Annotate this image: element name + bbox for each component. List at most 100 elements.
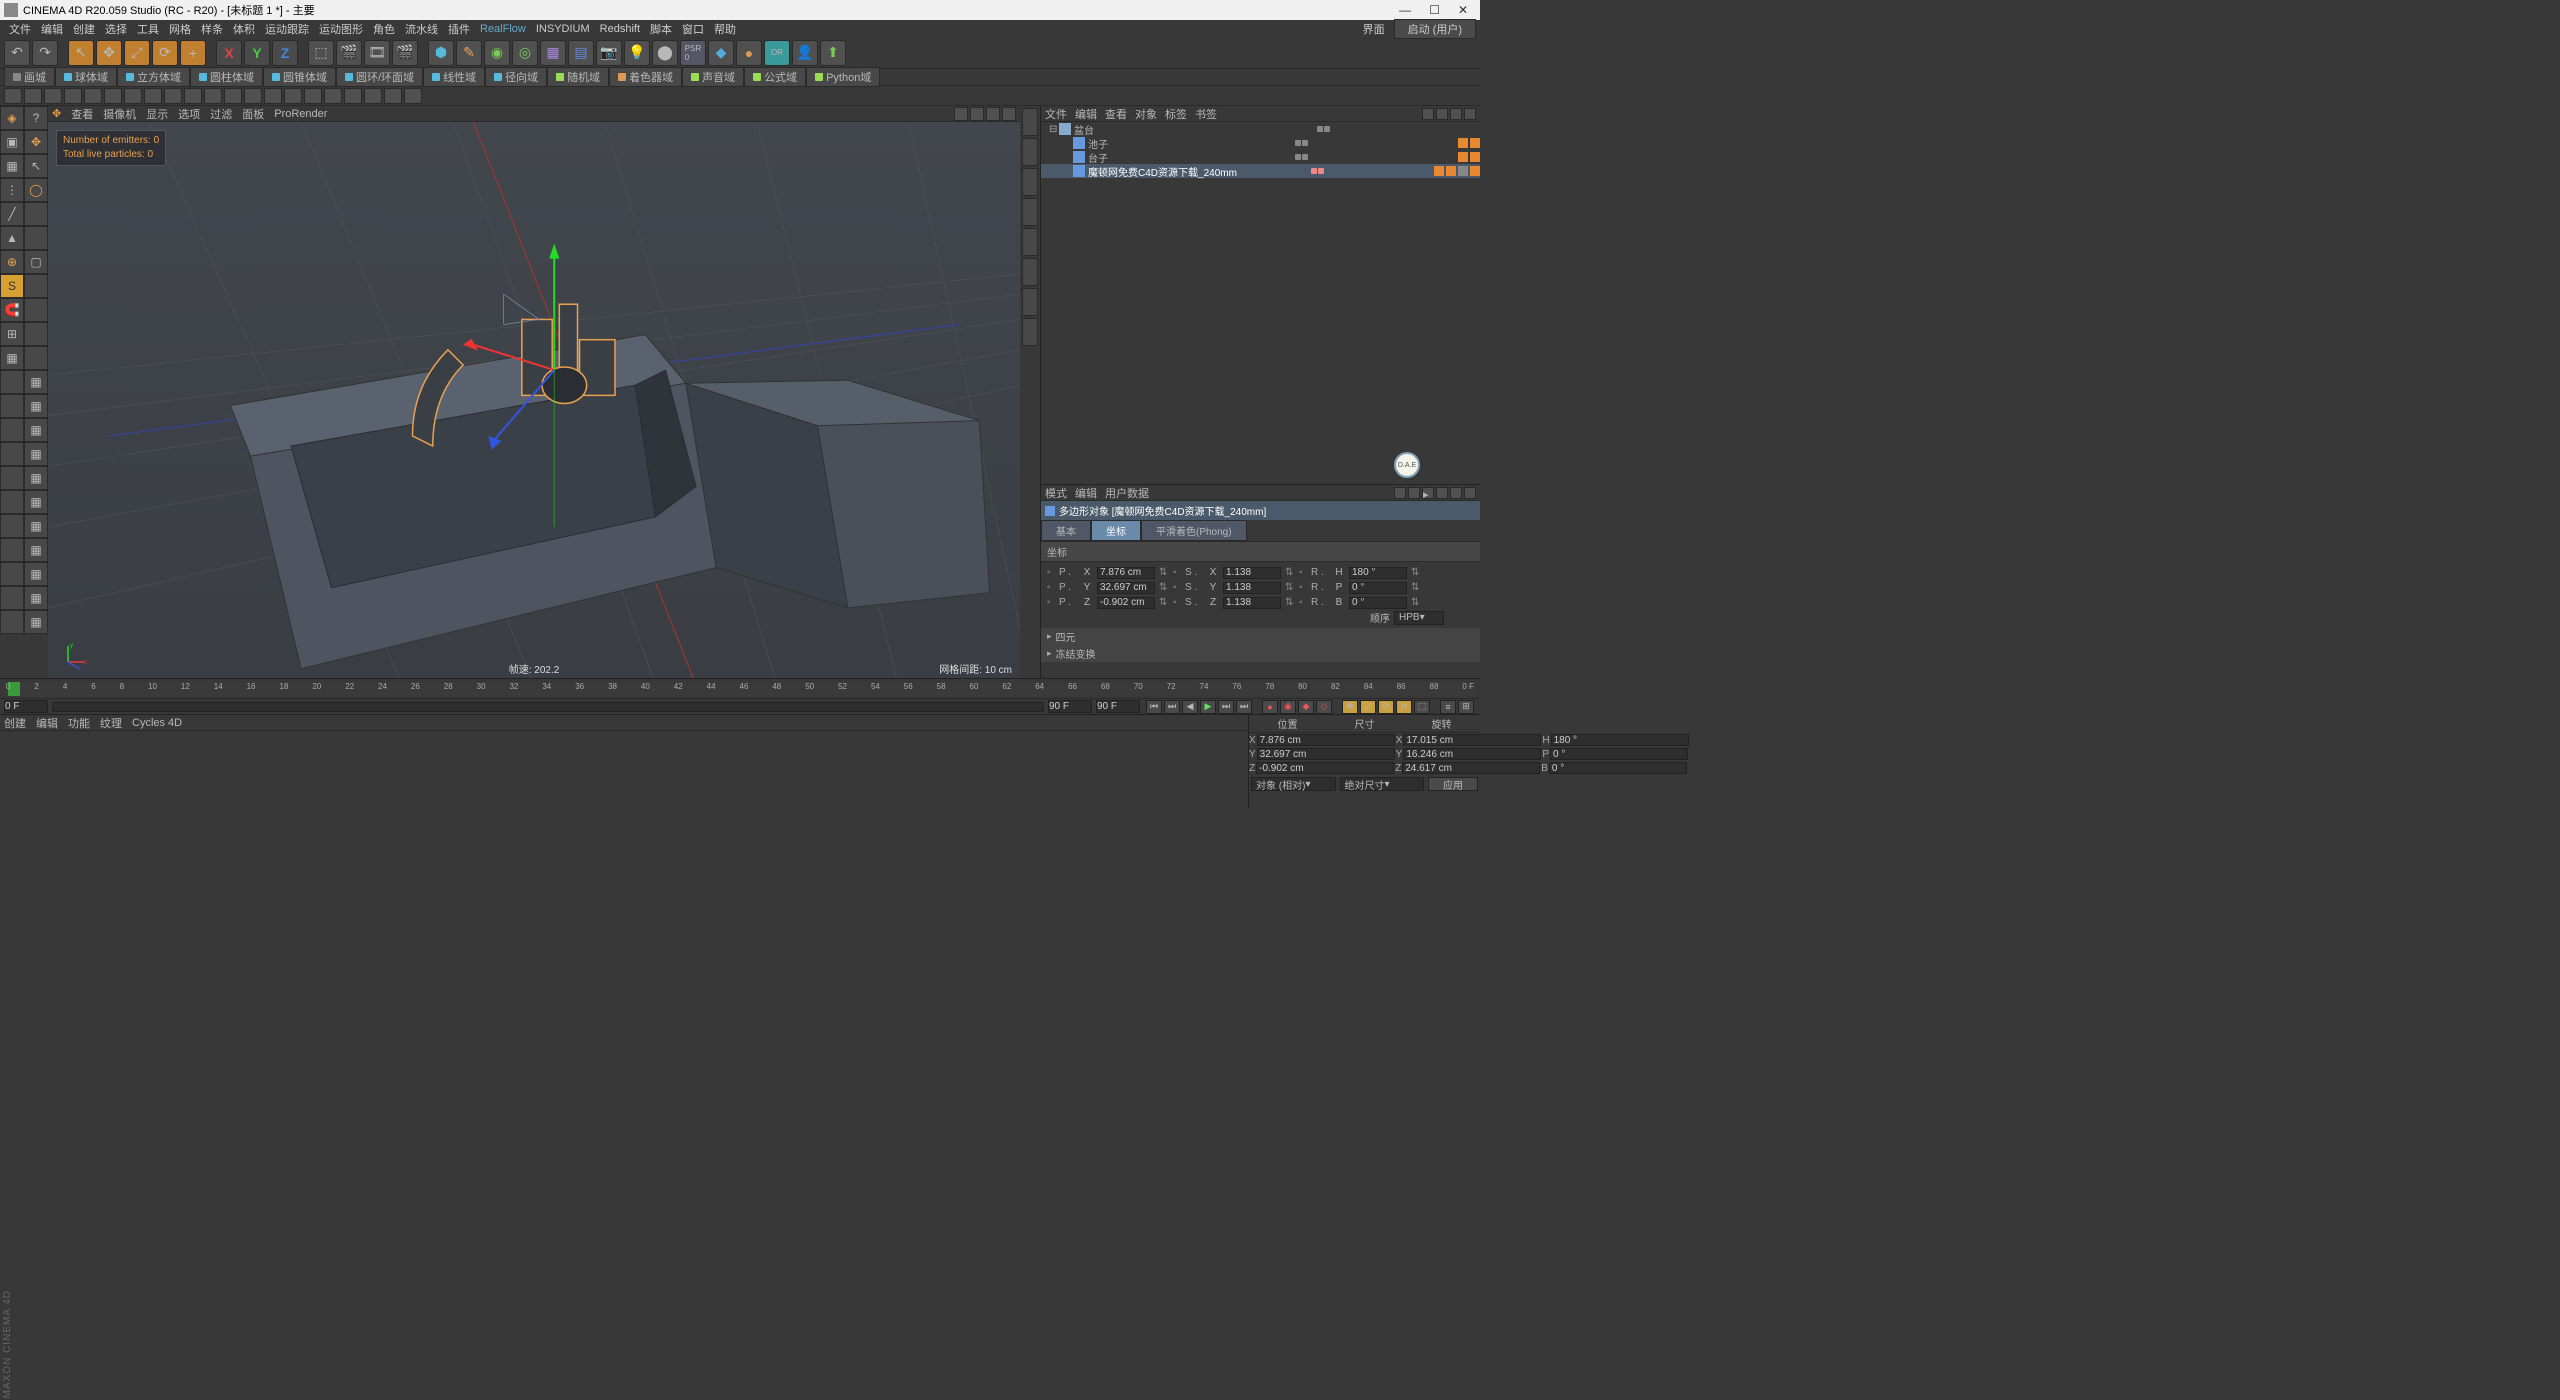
cm-size-select[interactable]: 绝对尺寸 ▾ <box>1340 777 1425 791</box>
am-nav[interactable] <box>1394 487 1406 499</box>
om-file[interactable]: 文件 <box>1045 106 1067 122</box>
tl-opt[interactable]: ⊞ <box>1458 700 1474 714</box>
menu-volume[interactable]: 体积 <box>228 21 260 37</box>
pal-tool[interactable]: ▦ <box>24 562 48 586</box>
menu-select[interactable]: 选择 <box>100 21 132 37</box>
om-icon[interactable] <box>1464 108 1476 120</box>
tl-param-icon[interactable]: P <box>1396 700 1412 714</box>
vpmenu-handle[interactable]: ✥ <box>52 107 61 120</box>
rtool[interactable] <box>1022 168 1038 196</box>
vpmenu-display[interactable]: 显示 <box>146 106 168 122</box>
cm-rp[interactable] <box>1550 748 1688 760</box>
rtool[interactable] <box>1022 258 1038 286</box>
pal-tool[interactable]: ▦ <box>24 514 48 538</box>
mat-func[interactable]: 功能 <box>68 715 90 731</box>
stool[interactable] <box>304 88 322 104</box>
tl-goto-start[interactable]: ⏮ <box>1146 700 1162 714</box>
field-tab[interactable]: 画城 <box>4 67 55 87</box>
stool[interactable] <box>204 88 222 104</box>
render-pict-button[interactable]: 🎞 <box>364 40 390 66</box>
field-tab[interactable]: 声音域 <box>682 67 744 87</box>
stool[interactable] <box>64 88 82 104</box>
generator-button[interactable]: ◉ <box>484 40 510 66</box>
field-tab[interactable]: 线性域 <box>423 67 485 87</box>
rot-p-input[interactable] <box>1349 582 1407 594</box>
pal-tool[interactable]: ▦ <box>24 586 48 610</box>
attr-tab-coord[interactable]: 坐标 <box>1091 520 1141 541</box>
pal-tool[interactable]: ▦ <box>24 538 48 562</box>
am-nav[interactable] <box>1408 487 1420 499</box>
pal-work[interactable]: ⊞ <box>0 322 24 346</box>
om-edit[interactable]: 编辑 <box>1075 106 1097 122</box>
rot-h-input[interactable] <box>1349 567 1407 579</box>
scene-button[interactable]: ⬤ <box>652 40 678 66</box>
stool[interactable] <box>144 88 162 104</box>
stool[interactable] <box>4 88 22 104</box>
stool[interactable] <box>364 88 382 104</box>
stool[interactable] <box>184 88 202 104</box>
pal-tool[interactable]: ▦ <box>24 394 48 418</box>
stool[interactable] <box>244 88 262 104</box>
tl-step-back[interactable]: ⏭ <box>1164 700 1180 714</box>
menu-mograph[interactable]: 运动图形 <box>314 21 368 37</box>
pal-tool[interactable] <box>0 562 24 586</box>
tl-play-fwd[interactable]: ▶ <box>1200 700 1216 714</box>
pal-tool[interactable] <box>24 274 48 298</box>
menu-file[interactable]: 文件 <box>4 21 36 37</box>
pal-axis[interactable]: ⊕ <box>0 250 24 274</box>
menu-script[interactable]: 脚本 <box>645 21 677 37</box>
pal-magnet[interactable]: 🧲 <box>0 298 24 322</box>
tool-e[interactable]: ⬆ <box>820 40 846 66</box>
undo-button[interactable]: ↶ <box>4 40 30 66</box>
pal-snap[interactable]: S <box>0 274 24 298</box>
axis-y-toggle[interactable]: Y <box>244 40 270 66</box>
stool[interactable] <box>284 88 302 104</box>
pal-tool[interactable]: ▦ <box>24 418 48 442</box>
pal-poly[interactable]: ▲ <box>0 226 24 250</box>
pal-tool[interactable] <box>0 394 24 418</box>
field-tab[interactable]: 着色器域 <box>609 67 682 87</box>
tl-pla-icon[interactable]: ⬚ <box>1414 700 1430 714</box>
tl-key[interactable]: ◆ <box>1298 700 1314 714</box>
menu-pipeline[interactable]: 流水线 <box>400 21 443 37</box>
stool[interactable] <box>264 88 282 104</box>
pal-tex[interactable]: ▦ <box>0 154 24 178</box>
pal-tool[interactable] <box>0 538 24 562</box>
select-tool[interactable]: ↖ <box>68 40 94 66</box>
rtool[interactable] <box>1022 138 1038 166</box>
tl-scale-icon[interactable]: ⤢ <box>1360 700 1376 714</box>
vpmenu-filter[interactable]: 过滤 <box>210 106 232 122</box>
minimize-button[interactable]: — <box>1399 3 1411 17</box>
coord-sys-button[interactable]: ⬚ <box>308 40 334 66</box>
field-tab[interactable]: 随机域 <box>547 67 609 87</box>
menu-character[interactable]: 角色 <box>368 21 400 37</box>
tl-range-end-input[interactable] <box>1096 700 1140 713</box>
om-icon[interactable] <box>1436 108 1448 120</box>
cm-px[interactable] <box>1257 734 1395 746</box>
stool[interactable] <box>324 88 342 104</box>
vpmenu-camera[interactable]: 摄像机 <box>103 106 136 122</box>
menu-redshift[interactable]: Redshift <box>595 23 645 35</box>
om-view[interactable]: 查看 <box>1105 106 1127 122</box>
pal-tool[interactable] <box>0 490 24 514</box>
viewport-3d[interactable]: Number of emitters: 0 Total live particl… <box>48 122 1020 678</box>
tl-start-input[interactable] <box>4 700 48 713</box>
pal-cursor[interactable]: ↖ <box>24 154 48 178</box>
field-tab[interactable]: 圆柱体域 <box>190 67 263 87</box>
move-tool[interactable]: ✥ <box>96 40 122 66</box>
tool-a[interactable]: ◆ <box>708 40 734 66</box>
attr-freeze-section[interactable]: 冻结变换 <box>1041 645 1480 662</box>
am-nav[interactable]: ▸ <box>1422 487 1434 499</box>
vpmenu-options[interactable]: 选项 <box>178 106 200 122</box>
tl-play-back[interactable]: ◀ <box>1182 700 1198 714</box>
pal-tool[interactable] <box>0 442 24 466</box>
menu-mtrack[interactable]: 运动跟踪 <box>260 21 314 37</box>
stool[interactable] <box>104 88 122 104</box>
scale-x-input[interactable] <box>1223 567 1281 579</box>
pal-tool[interactable] <box>0 466 24 490</box>
om-objects[interactable]: 对象 <box>1135 106 1157 122</box>
stool[interactable] <box>344 88 362 104</box>
tl-autokey[interactable]: ◉ <box>1280 700 1296 714</box>
am-nav[interactable] <box>1436 487 1448 499</box>
am-edit[interactable]: 编辑 <box>1075 485 1097 501</box>
